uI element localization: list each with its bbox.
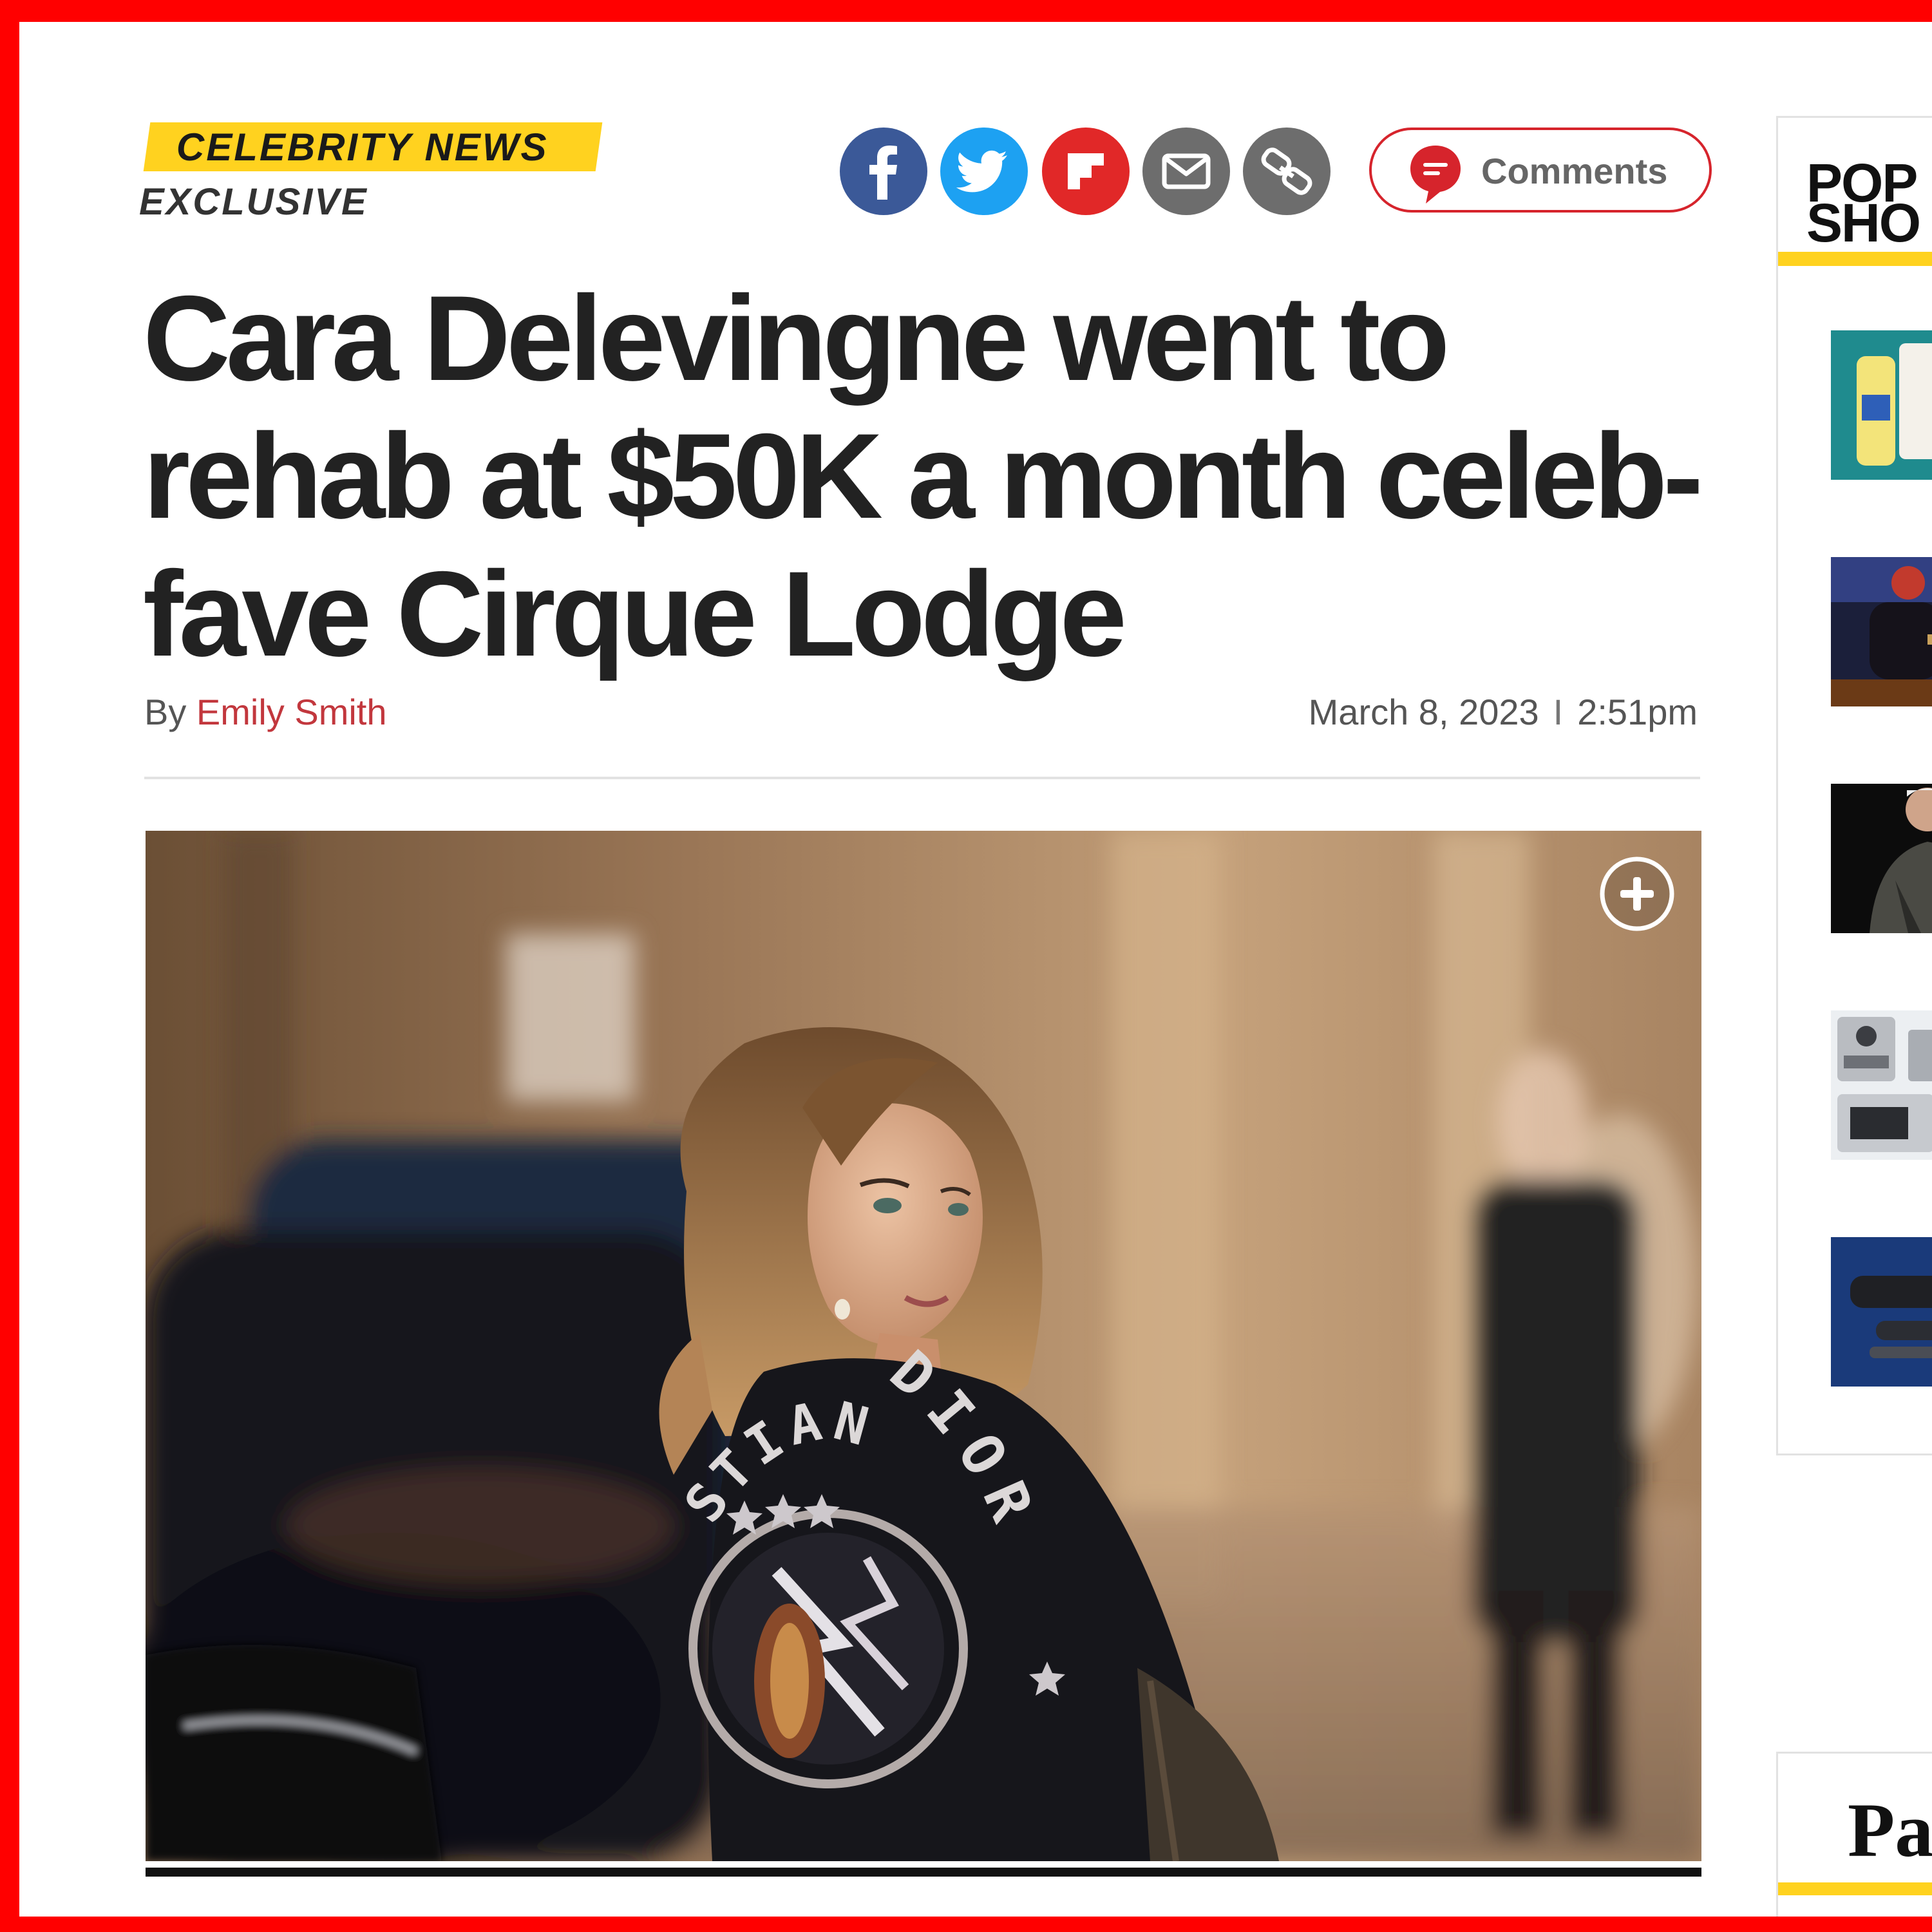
hero-image[interactable]: STIAN DIOR: [146, 831, 1701, 1861]
rail-title-2-underline: [1778, 1882, 1932, 1895]
rail-item-thumbnail[interactable]: [1831, 1010, 1932, 1160]
exclusive-label: EXCLUSIVE: [139, 181, 368, 223]
publish-time: 2:51pm: [1577, 692, 1698, 732]
facebook-share-button[interactable]: [840, 128, 927, 215]
flipboard-share-button[interactable]: [1042, 128, 1130, 215]
twitter-icon: [956, 150, 1007, 193]
email-icon: [1162, 153, 1211, 189]
product-thumbnail-concert: [1831, 557, 1932, 706]
product-thumbnail-soundbar: [1831, 1237, 1932, 1387]
article-headline: Cara Delevingne went to rehab at $50K a …: [143, 270, 1703, 681]
copy-link-button[interactable]: [1243, 128, 1331, 215]
flipboard-icon: [1068, 153, 1104, 189]
publish-date: March 8, 2023: [1308, 692, 1539, 732]
product-thumbnail-skincare: [1831, 330, 1932, 480]
comment-bubble-icon: [1410, 146, 1461, 204]
byline: By Emily Smith: [144, 689, 387, 735]
rail-title-2: Pa: [1848, 1787, 1932, 1873]
product-thumbnail-appliances: [1831, 1010, 1932, 1160]
header-divider: [144, 777, 1700, 779]
section-tag-label: CELEBRITY NEWS: [176, 126, 549, 169]
rail-item-thumbnail[interactable]: [1831, 557, 1932, 706]
section-tag[interactable]: CELEBRITY NEWS: [143, 122, 603, 171]
byline-prefix: By: [144, 692, 187, 732]
rail-item-thumbnail[interactable]: [1831, 784, 1932, 933]
twitter-share-button[interactable]: [940, 128, 1028, 215]
rail-item-thumbnail[interactable]: [1831, 1237, 1932, 1387]
comments-label: Comments: [1481, 151, 1668, 191]
rail-item-thumbnail[interactable]: [1831, 330, 1932, 480]
hero-photo: STIAN DIOR: [146, 831, 1701, 1861]
rail-title-underline: [1778, 252, 1932, 266]
rail-title: POP SHO: [1806, 153, 1921, 253]
author-link[interactable]: Emily Smith: [196, 692, 387, 732]
facebook-icon: [869, 146, 897, 200]
date-separator: I: [1553, 692, 1564, 732]
expand-image-icon[interactable]: [1598, 855, 1676, 933]
right-rail-shopping-module: POP SHO: [1776, 116, 1932, 1455]
comments-button[interactable]: Comments: [1369, 128, 1712, 213]
publish-dateline: March 8, 2023 I 2:51pm: [1309, 689, 1698, 735]
right-rail-secondary-module: Pa: [1776, 1752, 1932, 1919]
hero-bottom-rule: [146, 1868, 1701, 1877]
email-share-button[interactable]: [1142, 128, 1230, 215]
link-icon: [1261, 147, 1312, 195]
product-thumbnail-portrait: [1831, 784, 1932, 933]
